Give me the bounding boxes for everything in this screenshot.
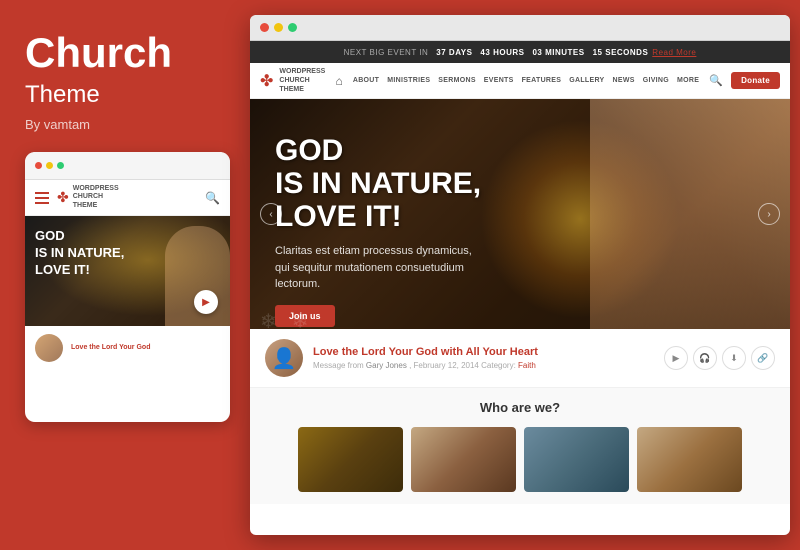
minutes-label: MINUTES (545, 48, 585, 57)
days-value: 37 (436, 48, 446, 57)
nav-search-icon[interactable]: 🔍 (709, 74, 723, 87)
sermon-headphones-button[interactable]: 🎧 (693, 346, 717, 370)
who-image-3 (524, 427, 629, 492)
browser-window: NEXT BIG EVENT IN 37 DAYS 43 HOURS 03 MI… (250, 15, 790, 535)
sermon-date: , February 12, 2014 (409, 361, 479, 370)
sermon-play-button[interactable]: ▶ (664, 346, 688, 370)
deco-tree-2: ❄ (292, 309, 309, 329)
mobile-titlebar (25, 152, 230, 180)
hero-section: GODIS IN NATURE,LOVE IT! Claritas est et… (250, 99, 790, 329)
sermon-section: 👤 Love the Lord Your God with All Your H… (250, 329, 790, 388)
nav-link-features[interactable]: FEATURES (522, 77, 562, 84)
main-nav: ✤ WORDPRESSCHURCHTHEME ⌂ ABOUT MINISTRIE… (250, 63, 790, 99)
browser-titlebar (250, 15, 790, 41)
who-image-4 (637, 427, 742, 492)
seconds-value: 15 (593, 48, 603, 57)
sermon-meta: Message from Gary Jones , February 12, 2… (313, 361, 538, 370)
sermon-author: Gary Jones (366, 361, 407, 370)
app-title: Church (25, 30, 220, 76)
nav-link-giving[interactable]: GIVING (643, 77, 669, 84)
hero-next-button[interactable]: › (758, 203, 780, 225)
mobile-dot-green (57, 162, 64, 169)
nav-logo-text: WORDPRESSCHURCHTHEME (279, 67, 325, 94)
mobile-sermon-avatar (35, 334, 63, 362)
mobile-logo-icon: ✤ (57, 189, 69, 206)
mobile-nav: ✤ WORDPRESSCHURCHTHEME 🔍 (25, 180, 230, 216)
sermon-title[interactable]: Love the Lord Your God with All Your Hea… (313, 346, 538, 358)
hero-title: GODIS IN NATURE,LOVE IT! (275, 134, 481, 233)
sermon-avatar: 👤 (265, 339, 303, 377)
nav-right: 🔍 Donate (709, 72, 780, 89)
nav-link-more[interactable]: MORE (677, 77, 699, 84)
days-label: DAYS (449, 48, 473, 57)
hamburger-icon[interactable] (35, 192, 49, 204)
nav-link-ministries[interactable]: MINISTRIES (387, 77, 430, 84)
hero-subtitle: Claritas est etiam processus dynamicus,q… (275, 243, 475, 293)
who-section: Who are we? (250, 388, 790, 504)
mobile-window-dots (35, 162, 64, 169)
nav-links: ABOUT MINISTRIES SERMONS EVENTS FEATURES… (353, 77, 699, 84)
browser-dot-red[interactable] (260, 23, 269, 32)
nav-logo: ✤ WORDPRESSCHURCHTHEME (260, 67, 325, 94)
mobile-logo: ✤ WORDPRESSCHURCHTHEME (57, 185, 119, 210)
announcement-label: NEXT BIG EVENT IN (344, 48, 429, 57)
hero-text: GODIS IN NATURE,LOVE IT! Claritas est et… (275, 134, 481, 327)
nav-link-sermons[interactable]: SERMONS (438, 77, 476, 84)
read-more-link[interactable]: Read More (652, 48, 696, 57)
hours-label: HOURS (493, 48, 524, 57)
mobile-search-icon[interactable]: 🔍 (205, 191, 220, 205)
nav-link-events[interactable]: EVENTS (484, 77, 514, 84)
mobile-hero: GODIS IN NATURE,LOVE IT! ▶ (25, 216, 230, 326)
nav-link-gallery[interactable]: GALLERY (569, 77, 604, 84)
sermon-info: Love the Lord Your God with All Your Hea… (313, 346, 538, 370)
countdown-days: 37 DAYS (436, 48, 472, 57)
mobile-dot-yellow (46, 162, 53, 169)
mobile-sermon: Love the Lord Your God (25, 326, 230, 370)
sermon-download-button[interactable]: ⬇ (722, 346, 746, 370)
browser-dot-yellow[interactable] (274, 23, 283, 32)
browser-dot-green[interactable] (288, 23, 297, 32)
mobile-mockup: ✤ WORDPRESSCHURCHTHEME 🔍 GODIS IN NATURE… (25, 152, 230, 422)
who-title: Who are we? (265, 400, 775, 415)
mobile-next-button[interactable]: ▶ (194, 290, 218, 314)
nav-logo-icon: ✤ (260, 71, 273, 91)
hero-decorations: ❄ ❄ (250, 309, 790, 329)
minutes-value: 03 (532, 48, 542, 57)
countdown-seconds: 15 SECONDS (593, 48, 649, 57)
mobile-logo-text: WORDPRESSCHURCHTHEME (73, 185, 119, 210)
countdown-hours: 43 HOURS (480, 48, 524, 57)
who-image-2 (411, 427, 516, 492)
sermon-left: 👤 Love the Lord Your God with All Your H… (265, 339, 538, 377)
nav-link-about[interactable]: ABOUT (353, 77, 379, 84)
hours-value: 43 (480, 48, 490, 57)
mobile-dot-red (35, 162, 42, 169)
mobile-nav-left: ✤ WORDPRESSCHURCHTHEME (35, 185, 119, 210)
nav-home-icon[interactable]: ⌂ (335, 74, 342, 88)
deco-tree-1: ❄ (260, 309, 277, 329)
announcement-bar: NEXT BIG EVENT IN 37 DAYS 43 HOURS 03 MI… (250, 41, 790, 63)
left-panel: Church Theme By vamtam ✤ WORDPRESSCHURCH… (0, 0, 245, 550)
sermon-category[interactable]: Faith (518, 361, 536, 370)
nav-link-news[interactable]: NEWS (613, 77, 635, 84)
countdown-minutes: 03 MINUTES (532, 48, 584, 57)
who-images (265, 427, 775, 492)
hero-prev-button[interactable]: ‹ (260, 203, 282, 225)
avatar-icon: 👤 (272, 346, 297, 371)
mobile-sermon-title: Love the Lord Your God (71, 343, 150, 353)
seconds-label: SECONDS (605, 48, 648, 57)
app-author: By vamtam (25, 117, 220, 132)
sermon-action-icons: ▶ 🎧 ⬇ 🔗 (664, 346, 775, 370)
nav-donate-button[interactable]: Donate (731, 72, 780, 89)
app-subtitle: Theme (25, 81, 220, 109)
mobile-hero-text: GODIS IN NATURE,LOVE IT! (35, 228, 124, 279)
who-image-1 (298, 427, 403, 492)
sermon-category-prefix: Category: (481, 361, 518, 370)
sermon-link-button[interactable]: 🔗 (751, 346, 775, 370)
sermon-meta-prefix: Message from (313, 361, 364, 370)
